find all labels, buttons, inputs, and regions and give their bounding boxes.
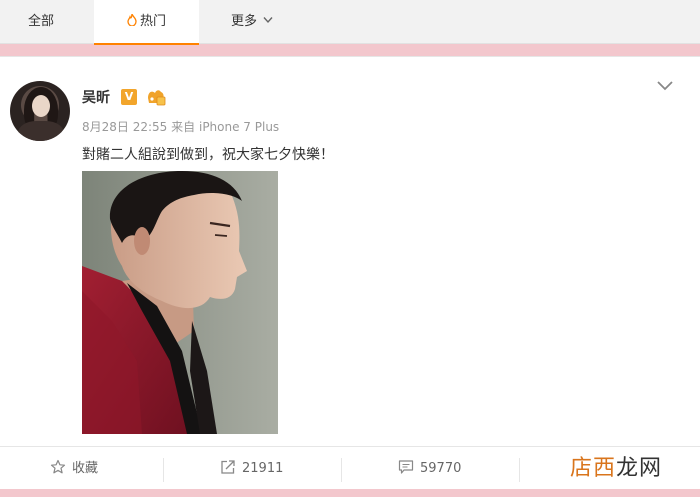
top-tab-bar: 全部 热门 更多 bbox=[0, 0, 700, 45]
post-source: iPhone 7 Plus bbox=[198, 120, 280, 134]
share-button[interactable]: 21911 bbox=[220, 447, 283, 491]
tab-all[interactable]: 全部 bbox=[0, 0, 82, 44]
action-divider bbox=[163, 458, 164, 482]
action-divider bbox=[519, 458, 520, 482]
star-icon bbox=[50, 459, 66, 474]
post-text: 對賭二人組說到做到，祝大家七夕快樂！ bbox=[82, 147, 334, 163]
post-meta: 8月28日 22:55 来自 iPhone 7 Plus bbox=[82, 118, 279, 135]
avatar[interactable] bbox=[10, 81, 70, 141]
comment-count: 59770 bbox=[420, 461, 462, 476]
verified-badge-label: V bbox=[124, 90, 134, 103]
watermark-part2: 龙网 bbox=[616, 456, 663, 481]
favorite-label: 收藏 bbox=[72, 461, 99, 476]
vip-level-icon bbox=[148, 90, 166, 106]
chevron-down-icon bbox=[263, 17, 273, 24]
watermark: 店西龙网 bbox=[570, 455, 662, 483]
comment-icon bbox=[398, 460, 414, 474]
tab-all-label: 全部 bbox=[27, 14, 54, 29]
author-name[interactable]: 吴昕 bbox=[82, 87, 110, 107]
portrait-image bbox=[82, 171, 278, 434]
favorite-button[interactable]: 收藏 bbox=[50, 447, 98, 491]
verified-badge: V bbox=[121, 89, 137, 105]
post-source-prefix: 来自 bbox=[171, 120, 196, 134]
flame-icon bbox=[127, 14, 137, 26]
post-timestamp[interactable]: 8月28日 22:55 bbox=[82, 120, 167, 134]
avatar-body bbox=[18, 121, 64, 141]
tab-more[interactable]: 更多 bbox=[212, 0, 292, 44]
post-card: 吴昕 V 8月28日 22:55 来自 iPhone 7 Plus 對賭二人組說… bbox=[0, 56, 700, 489]
more-options-chevron-icon[interactable] bbox=[656, 79, 674, 93]
share-icon bbox=[221, 460, 235, 474]
post-photo[interactable] bbox=[82, 171, 278, 434]
watermark-part1: 店西 bbox=[570, 456, 617, 481]
tab-hot-label: 热门 bbox=[139, 14, 166, 29]
action-divider bbox=[341, 458, 342, 482]
avatar-face bbox=[32, 95, 50, 117]
tab-more-label: 更多 bbox=[230, 14, 257, 29]
comment-button[interactable]: 59770 bbox=[398, 447, 461, 491]
tab-hot[interactable]: 热门 bbox=[94, 0, 199, 45]
share-count: 21911 bbox=[242, 461, 284, 476]
